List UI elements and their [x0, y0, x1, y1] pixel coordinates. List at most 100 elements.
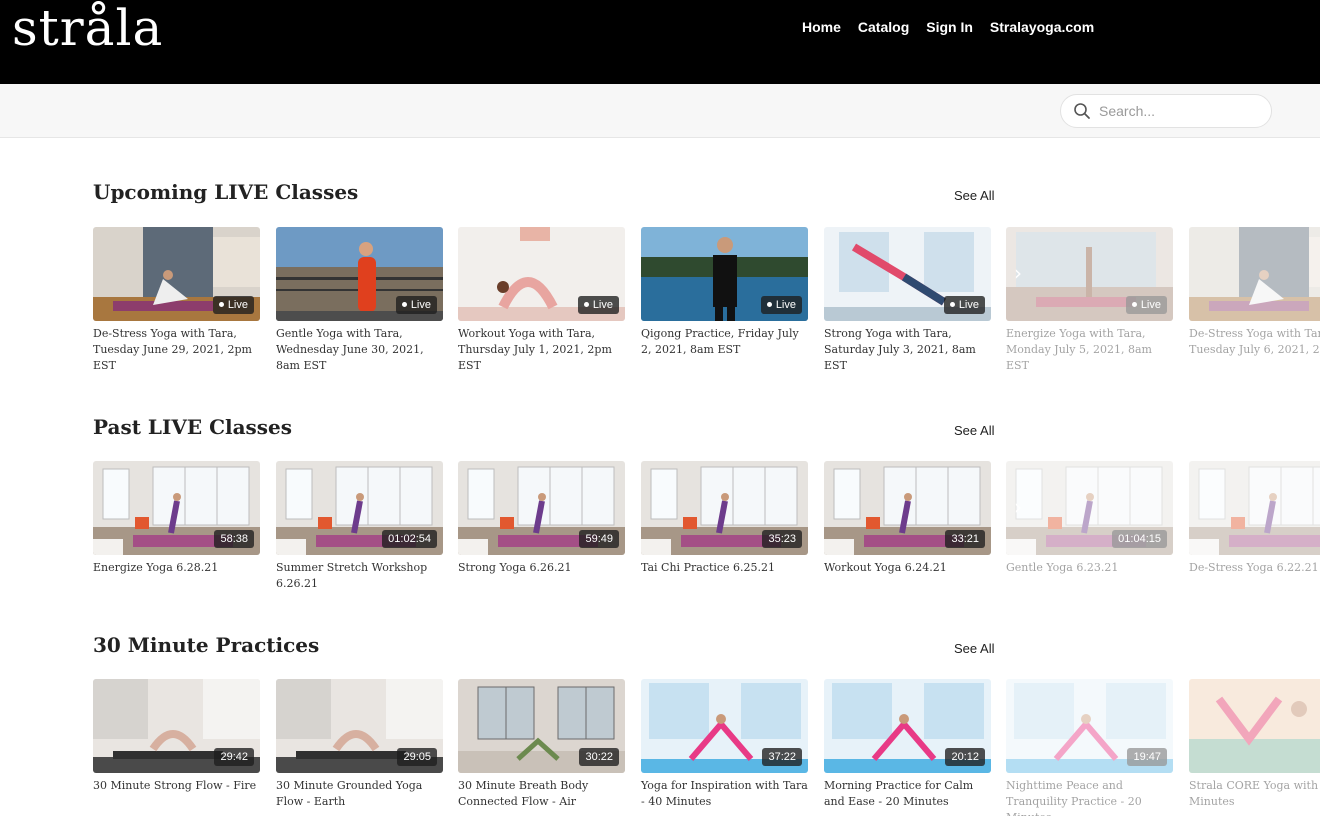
search-icon [1074, 103, 1090, 119]
live-dot-icon [401, 302, 407, 307]
video-card[interactable]: 30:22 30 Minute Breath Body Connected Flo… [458, 679, 625, 810]
video-card[interactable]: Live Qigong Practice, Friday July 2, 2021… [641, 227, 808, 358]
see-all-upcoming-link[interactable]: See All [954, 188, 994, 204]
search-input[interactable] [1099, 103, 1259, 119]
video-thumbnail[interactable] [1189, 227, 1320, 321]
video-thumbnail[interactable] [1189, 679, 1320, 773]
video-title[interactable]: Nighttime Peace and Tranquility Practice… [1006, 778, 1176, 816]
video-card[interactable]: 29:42 30 Minute Strong Flow - Fire [93, 679, 260, 794]
badge-label: Live [227, 299, 248, 311]
video-title[interactable]: 30 Minute Grounded Yoga Flow - Earth [276, 778, 446, 810]
duration-badge: 59:49 [579, 530, 619, 548]
video-card[interactable]: 01:02:54 Summer Stretch Workshop 6.26.21 [276, 461, 443, 592]
video-card[interactable]: 35:23 Tai Chi Practice 6.25.21 [641, 461, 808, 576]
video-thumbnail[interactable]: 33:21 [824, 461, 991, 555]
video-thumbnail[interactable]: Live [824, 227, 991, 321]
nav-catalog-link[interactable]: Catalog [858, 18, 909, 36]
video-thumbnail[interactable]: 29:05 [276, 679, 443, 773]
nav-stralayoga-link[interactable]: Stralayoga.com [990, 18, 1094, 36]
thumbnail-image [1189, 461, 1320, 555]
video-thumbnail[interactable]: 59:49 [458, 461, 625, 555]
video-card[interactable]: Live De-Stress Yoga with Tara, Tuesday Ju… [93, 227, 260, 374]
chevron-right-icon[interactable]: › [1014, 495, 1022, 519]
live-badge: Live [212, 296, 254, 314]
video-title[interactable]: Gentle Yoga 6.23.21 [1006, 560, 1176, 576]
video-title[interactable]: De-Stress Yoga 6.22.21 [1189, 560, 1320, 576]
video-title[interactable]: Workout Yoga 6.24.21 [824, 560, 994, 576]
nav-sign-in-link[interactable]: Sign In [926, 18, 973, 36]
video-card[interactable]: De-Stress Yoga 6.22.21 [1189, 461, 1320, 576]
video-card[interactable]: 19:47 Nighttime Peace and Tranquility Pra… [1006, 679, 1173, 816]
strala-logo[interactable]: stråla [12, 0, 163, 56]
chevron-right-icon[interactable]: › [1014, 261, 1022, 285]
video-thumbnail[interactable]: 29:42 [93, 679, 260, 773]
video-card[interactable]: 33:21 Workout Yoga 6.24.21 [824, 461, 991, 576]
see-all-30-minute-link[interactable]: See All [954, 641, 994, 657]
video-thumbnail[interactable] [1189, 461, 1320, 555]
video-card[interactable]: De-Stress Yoga with Tara, Tuesday July 6… [1189, 227, 1320, 358]
video-thumbnail[interactable]: Live [458, 227, 625, 321]
video-thumbnail[interactable]: 01:04:15 › [1006, 461, 1173, 555]
video-title[interactable]: Qigong Practice, Friday July 2, 2021, 8a… [641, 326, 811, 358]
live-dot-icon [583, 302, 589, 307]
video-thumbnail[interactable]: Live [641, 227, 808, 321]
video-thumbnail[interactable]: 19:47 [1006, 679, 1173, 773]
video-card[interactable]: Live Workout Yoga with Tara, Thursday Jul… [458, 227, 625, 374]
live-badge: Live [1125, 296, 1167, 314]
video-thumbnail[interactable]: Live [93, 227, 260, 321]
video-title[interactable]: De-Stress Yoga with Tara, Tuesday June 2… [93, 326, 263, 374]
video-thumbnail[interactable]: 20:12 [824, 679, 991, 773]
badge-label: Live [592, 299, 613, 311]
search-box[interactable] [1060, 94, 1272, 128]
duration-badge: 01:04:15 [1112, 530, 1167, 548]
video-card[interactable]: 37:22 Yoga for Inspiration with Tara - 40… [641, 679, 808, 810]
duration-badge: 29:05 [397, 748, 437, 766]
video-title[interactable]: 30 Minute Strong Flow - Fire [93, 778, 263, 794]
duration-badge: 19:47 [1127, 748, 1167, 766]
video-title[interactable]: Strala CORE Yoga with Tara - Minutes [1189, 778, 1320, 810]
live-dot-icon [949, 302, 955, 307]
video-title[interactable]: Tai Chi Practice 6.25.21 [641, 560, 811, 576]
video-title[interactable]: Morning Practice for Calm and Ease - 20 … [824, 778, 994, 810]
video-title[interactable]: De-Stress Yoga with Tara, Tuesday July 6… [1189, 326, 1320, 358]
video-card[interactable]: Live Strong Yoga with Tara, Saturday July… [824, 227, 991, 374]
section-title-upcoming-live: Upcoming LIVE Classes [93, 180, 359, 204]
video-title[interactable]: Strong Yoga 6.26.21 [458, 560, 628, 576]
video-thumbnail[interactable]: Live › [1006, 227, 1173, 321]
video-card[interactable]: 58:38 Energize Yoga 6.28.21 [93, 461, 260, 576]
video-card[interactable]: Live › Energize Yoga with Tara, Monday Jul… [1006, 227, 1173, 374]
nav-home-link[interactable]: Home [802, 18, 841, 36]
video-card[interactable]: 59:49 Strong Yoga 6.26.21 [458, 461, 625, 576]
video-thumbnail[interactable]: 30:22 [458, 679, 625, 773]
video-card[interactable]: 01:04:15 › Gentle Yoga 6.23.21 [1006, 461, 1173, 576]
video-thumbnail[interactable]: 37:22 [641, 679, 808, 773]
video-card[interactable]: Strala CORE Yoga with Tara - Minutes [1189, 679, 1320, 810]
video-title[interactable]: Summer Stretch Workshop 6.26.21 [276, 560, 446, 592]
video-thumbnail[interactable]: Live [276, 227, 443, 321]
live-dot-icon [766, 302, 772, 307]
section-title-30-minute: 30 Minute Practices [93, 633, 320, 657]
see-all-past-link[interactable]: See All [954, 423, 994, 439]
live-badge: Live [943, 296, 985, 314]
video-title[interactable]: Energize Yoga 6.28.21 [93, 560, 263, 576]
video-card[interactable]: Live Gentle Yoga with Tara, Wednesday Jun… [276, 227, 443, 374]
video-card[interactable]: 20:12 Morning Practice for Calm and Ease … [824, 679, 991, 810]
search-bar-strip [0, 84, 1320, 138]
video-title[interactable]: Energize Yoga with Tara, Monday July 5, … [1006, 326, 1176, 374]
video-thumbnail[interactable]: 58:38 [93, 461, 260, 555]
video-thumbnail[interactable]: 01:02:54 [276, 461, 443, 555]
video-card[interactable]: 29:05 30 Minute Grounded Yoga Flow - Eart… [276, 679, 443, 810]
live-dot-icon [218, 302, 224, 307]
video-title[interactable]: Workout Yoga with Tara, Thursday July 1,… [458, 326, 628, 374]
badge-label: Live [958, 299, 979, 311]
video-title[interactable]: 30 Minute Breath Body Connected Flow - A… [458, 778, 628, 810]
duration-badge: 58:38 [214, 530, 254, 548]
duration-badge: 29:42 [214, 748, 254, 766]
top-header: stråla Home Catalog Sign In Stralayoga.c… [0, 0, 1320, 84]
video-thumbnail[interactable]: 35:23 [641, 461, 808, 555]
live-badge: Live [577, 296, 619, 314]
video-title[interactable]: Gentle Yoga with Tara, Wednesday June 30… [276, 326, 446, 374]
live-dot-icon [1131, 302, 1137, 307]
video-title[interactable]: Yoga for Inspiration with Tara - 40 Minu… [641, 778, 811, 810]
video-title[interactable]: Strong Yoga with Tara, Saturday July 3, … [824, 326, 994, 374]
